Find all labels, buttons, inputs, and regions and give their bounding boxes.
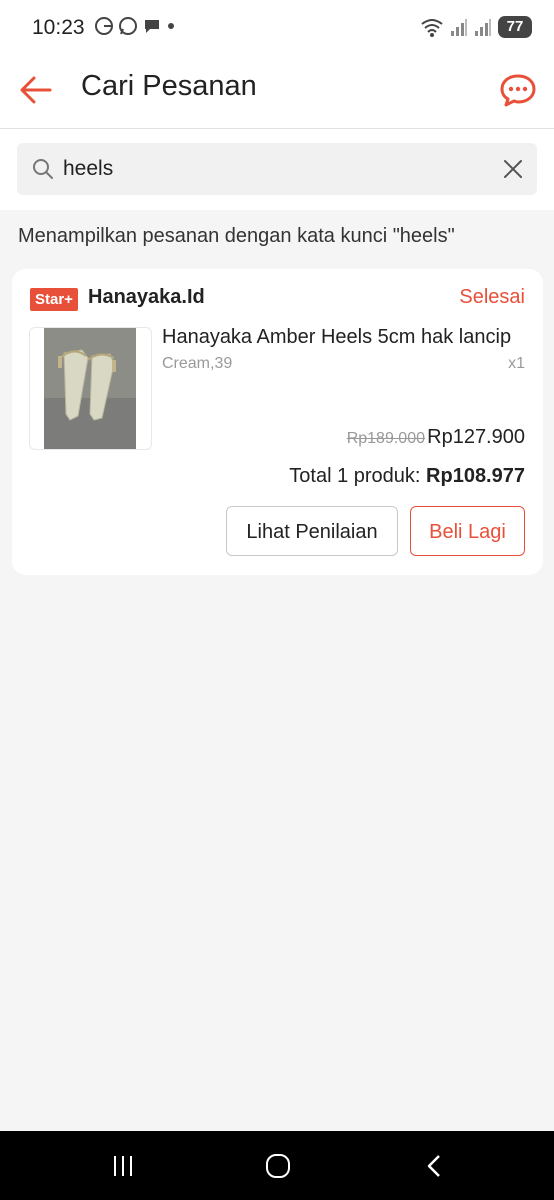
google-icon: [95, 17, 113, 35]
search-icon: [33, 159, 53, 179]
status-time: 10:23: [32, 16, 85, 39]
shop-name[interactable]: Hanayaka.Id: [88, 286, 205, 309]
search-area: [0, 129, 554, 210]
search-result-summary: Menampilkan pesanan dengan kata kunci "h…: [18, 225, 455, 247]
status-right: 77: [420, 16, 532, 38]
search-input[interactable]: [63, 151, 483, 187]
buy-again-button[interactable]: Beli Lagi: [410, 506, 525, 556]
original-price: Rp189.000: [346, 430, 425, 447]
total-label: Total 1 produk:: [289, 465, 421, 487]
notification-icons: [94, 16, 176, 36]
back-arrow-icon[interactable]: [18, 72, 54, 108]
chat-icon[interactable]: [498, 70, 538, 110]
more-notifications-icon: [168, 23, 174, 29]
order-status: Selesai: [459, 286, 525, 308]
product-name[interactable]: Hanayaka Amber Heels 5cm hak lancip: [162, 326, 511, 349]
order-card[interactable]: Star+ Hanayaka.Id Selesai Hanayaka Amber…: [12, 269, 543, 575]
status-bar: 10:23 77: [0, 0, 554, 56]
product-variant: Cream,39: [162, 355, 233, 372]
nav-back-icon[interactable]: [422, 1153, 448, 1179]
product-quantity: x1: [508, 355, 525, 372]
search-box[interactable]: [17, 143, 537, 195]
heels-product-photo: [44, 328, 136, 449]
recent-apps-icon[interactable]: [110, 1153, 136, 1179]
app-bar: Cari Pesanan: [0, 56, 554, 129]
view-review-button[interactable]: Lihat Penilaian: [226, 506, 398, 556]
wifi-icon: [421, 19, 443, 37]
home-icon[interactable]: [264, 1153, 292, 1179]
whatsapp-icon: [119, 17, 137, 35]
star-plus-badge: Star+: [30, 288, 78, 311]
total-amount: Rp108.977: [426, 465, 525, 487]
close-icon[interactable]: [501, 157, 525, 181]
signal-icon: [451, 19, 467, 36]
battery-indicator: 77: [498, 16, 532, 38]
message-icon: [145, 20, 159, 33]
product-image[interactable]: [29, 327, 152, 450]
page-title: Cari Pesanan: [81, 70, 257, 102]
order-total: Total 1 produk: Rp108.977: [289, 465, 525, 488]
signal-icon-2: [475, 19, 491, 36]
current-price: Rp127.900: [427, 426, 525, 448]
system-nav-bar: [0, 1131, 554, 1200]
